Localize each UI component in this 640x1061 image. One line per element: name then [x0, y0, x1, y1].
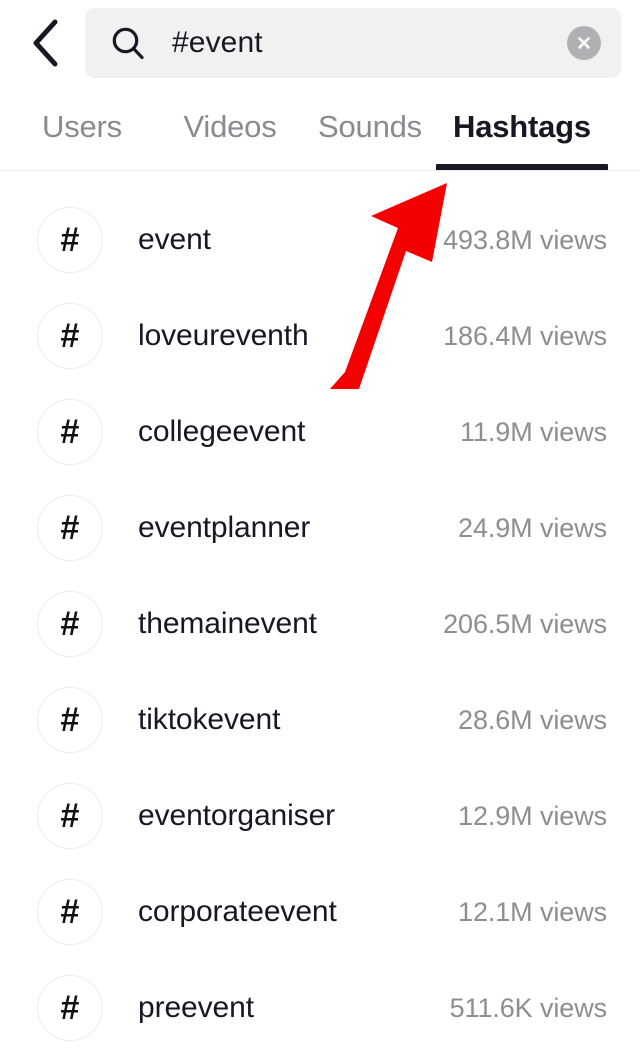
hashtag-list-item[interactable]: # corporateevent 12.1M views — [0, 864, 640, 960]
hashtag-view-count: 24.9M views — [458, 512, 607, 543]
tab-label: Users — [42, 109, 122, 144]
hashtag-icon: # — [37, 303, 103, 369]
tabs-divider — [0, 170, 640, 171]
search-tabs: Users Videos Sounds Hashtags — [0, 96, 640, 171]
hashtag-icon: # — [37, 399, 103, 465]
tab-users[interactable]: Users — [4, 96, 160, 171]
tab-hashtags[interactable]: Hashtags — [436, 96, 608, 171]
tab-sounds[interactable]: Sounds — [290, 96, 450, 171]
tab-label: Hashtags — [453, 109, 591, 144]
hashtag-name: eventorganiser — [138, 799, 336, 832]
tab-videos[interactable]: Videos — [146, 96, 314, 171]
hashtag-name: tiktokevent — [138, 703, 281, 736]
hashtag-icon: # — [37, 495, 103, 561]
hashtag-list-item[interactable]: # preevent 511.6K views — [0, 960, 640, 1056]
hashtag-list-item[interactable]: # eventplanner 24.9M views — [0, 480, 640, 576]
hashtag-name: collegeevent — [138, 415, 306, 448]
hashtag-name: loveureventh — [138, 319, 309, 352]
search-input[interactable]: #event — [85, 8, 621, 78]
hashtag-view-count: 206.5M views — [443, 608, 607, 639]
hashtag-icon: # — [37, 783, 103, 849]
hashtag-icon: # — [37, 687, 103, 753]
search-input-value: #event — [172, 26, 263, 59]
close-icon — [575, 34, 593, 52]
hashtag-view-count: 511.6K views — [449, 992, 607, 1023]
back-chevron-icon — [28, 18, 62, 68]
hashtag-list-item[interactable]: # themainevent 206.5M views — [0, 576, 640, 672]
hashtag-name: corporateevent — [138, 895, 337, 928]
hashtag-results-list: # event 493.8M views # loveureventh 186.4M vi… — [0, 192, 640, 1056]
search-header: #event — [0, 0, 640, 88]
hashtag-view-count: 186.4M views — [443, 320, 607, 351]
back-button[interactable] — [14, 8, 76, 78]
clear-search-button[interactable] — [567, 26, 601, 60]
hashtag-view-count: 11.9M views — [460, 416, 607, 447]
hashtag-view-count: 12.1M views — [458, 896, 607, 927]
hashtag-view-count: 28.6M views — [458, 704, 607, 735]
hashtag-list-item[interactable]: # collegeevent 11.9M views — [0, 384, 640, 480]
hashtag-name: event — [138, 223, 211, 256]
tab-label: Videos — [183, 109, 277, 144]
hashtag-view-count: 12.9M views — [458, 800, 607, 831]
hashtag-view-count: 493.8M views — [443, 224, 607, 255]
hashtag-list-item[interactable]: # eventorganiser 12.9M views — [0, 768, 640, 864]
tab-label: Sounds — [318, 109, 422, 144]
hashtag-name: preevent — [138, 991, 254, 1024]
hashtag-name: themainevent — [138, 607, 317, 640]
hashtag-name: eventplanner — [138, 511, 311, 544]
hashtag-list-item[interactable]: # tiktokevent 28.6M views — [0, 672, 640, 768]
hashtag-icon: # — [37, 879, 103, 945]
hashtag-icon: # — [37, 591, 103, 657]
hashtag-list-item[interactable]: # loveureventh 186.4M views — [0, 288, 640, 384]
hashtag-list-item[interactable]: # event 493.8M views — [0, 192, 640, 288]
hashtag-icon: # — [37, 975, 103, 1041]
hashtag-icon: # — [37, 207, 103, 273]
search-icon — [111, 26, 145, 60]
